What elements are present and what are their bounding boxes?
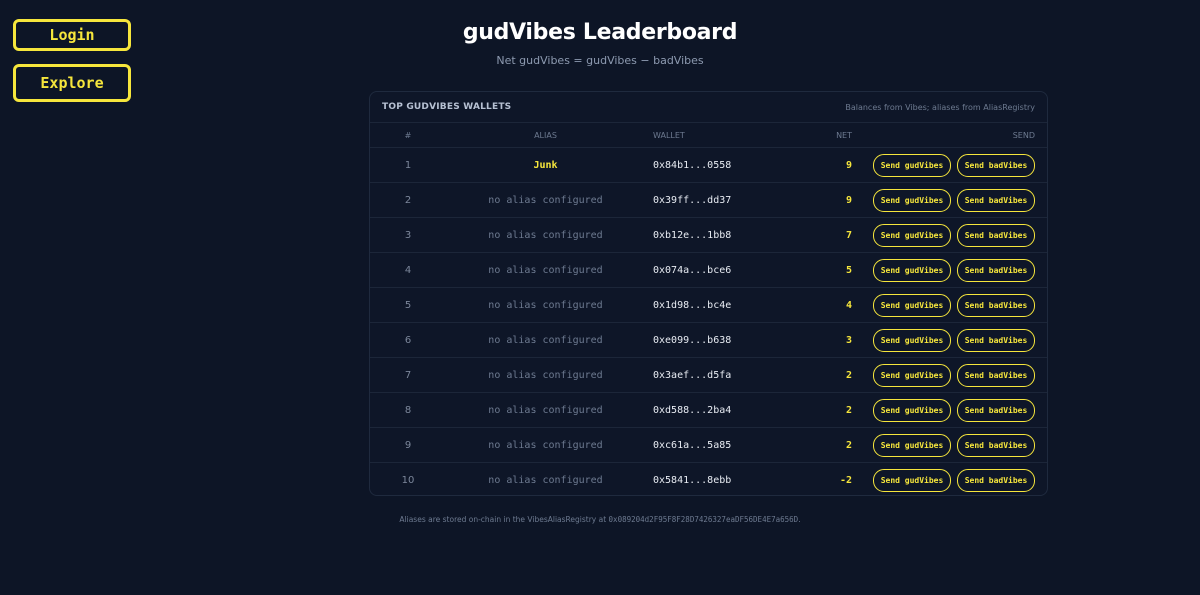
footer-text: Aliases are stored on-chain in the Vibes…: [399, 515, 607, 524]
send-gudvibes-button[interactable]: Send gudVibes: [873, 293, 951, 317]
row-wallet: 0x84b1...0558: [653, 159, 732, 171]
row-rank: 4: [404, 264, 412, 276]
row-send-actions: Send gudVibes Send badVibes: [858, 153, 1047, 177]
row-alias: no alias configured: [488, 334, 603, 346]
card-note: Balances from Vibes; aliases from AliasR…: [845, 102, 1035, 112]
row-net: -2: [839, 475, 852, 486]
table-row: 1 Junk 0x84b1...0558 9 Send gudVibes Sen…: [370, 148, 1047, 183]
send-gudvibes-button[interactable]: Send gudVibes: [873, 328, 951, 352]
row-wallet: 0xc61a...5a85: [653, 439, 732, 451]
page-title: gudVibes Leaderboard: [462, 20, 738, 45]
column-header-alias: ALIAS: [534, 130, 557, 140]
row-net: 5: [845, 264, 852, 276]
table-row: 10 no alias configured 0x5841...8ebb -2 …: [370, 463, 1047, 495]
row-net: 2: [845, 404, 852, 416]
card-header: TOP GUDVIBES WALLETS Balances from Vibes…: [370, 92, 1047, 123]
row-send-actions: Send gudVibes Send badVibes: [858, 433, 1047, 457]
table-header: # ALIAS WALLET NET SEND: [370, 123, 1047, 148]
row-net: 2: [845, 369, 852, 381]
row-net: 4: [845, 299, 852, 311]
row-wallet: 0xe099...b638: [653, 334, 732, 346]
row-rank: 9: [404, 439, 412, 451]
row-send-actions: Send gudVibes Send badVibes: [858, 469, 1047, 492]
registry-address: 0x089204d2F95F8F28D7426327eaDF56DE4E7a65…: [608, 515, 799, 524]
table-row: 3 no alias configured 0xb12e...1bb8 7 Se…: [370, 218, 1047, 253]
row-send-actions: Send gudVibes Send badVibes: [858, 363, 1047, 387]
table-row: 2 no alias configured 0x39ff...dd37 9 Se…: [370, 183, 1047, 218]
send-badvibes-button[interactable]: Send badVibes: [957, 293, 1035, 317]
table-row: 8 no alias configured 0xd588...2ba4 2 Se…: [370, 393, 1047, 428]
row-rank: 6: [404, 334, 412, 346]
row-rank: 2: [404, 194, 412, 206]
table-row: 5 no alias configured 0x1d98...bc4e 4 Se…: [370, 288, 1047, 323]
table-row: 9 no alias configured 0xc61a...5a85 2 Se…: [370, 428, 1047, 463]
send-badvibes-button[interactable]: Send badVibes: [957, 153, 1035, 177]
row-rank: 3: [404, 229, 412, 241]
row-rank: 7: [404, 369, 412, 381]
row-alias: no alias configured: [488, 299, 603, 311]
send-gudvibes-button[interactable]: Send gudVibes: [873, 258, 951, 282]
card-title: TOP GUDVIBES WALLETS: [382, 102, 512, 112]
send-gudvibes-button[interactable]: Send gudVibes: [873, 223, 951, 247]
row-wallet: 0xb12e...1bb8: [653, 229, 732, 241]
row-send-actions: Send gudVibes Send badVibes: [858, 258, 1047, 282]
row-send-actions: Send gudVibes Send badVibes: [858, 293, 1047, 317]
row-net: 9: [845, 194, 852, 206]
row-send-actions: Send gudVibes Send badVibes: [858, 223, 1047, 247]
send-badvibes-button[interactable]: Send badVibes: [957, 363, 1035, 387]
table-body: 1 Junk 0x84b1...0558 9 Send gudVibes Sen…: [370, 148, 1047, 495]
row-rank: 10: [401, 475, 415, 486]
row-wallet: 0x074a...bce6: [653, 264, 732, 276]
send-gudvibes-button[interactable]: Send gudVibes: [873, 398, 951, 422]
table-row: 6 no alias configured 0xe099...b638 3 Se…: [370, 323, 1047, 358]
footer-note: Aliases are stored on-chain in the Vibes…: [0, 515, 1200, 524]
send-badvibes-button[interactable]: Send badVibes: [957, 398, 1035, 422]
row-rank: 5: [404, 299, 412, 311]
table-row: 4 no alias configured 0x074a...bce6 5 Se…: [370, 253, 1047, 288]
footer-suffix: .: [798, 515, 801, 524]
row-alias: no alias configured: [488, 439, 603, 451]
row-wallet: 0x1d98...bc4e: [653, 299, 732, 311]
page-subtitle: Net gudVibes = gudVibes − badVibes: [496, 54, 704, 67]
row-alias: no alias configured: [488, 194, 603, 206]
table-row: 7 no alias configured 0x3aef...d5fa 2 Se…: [370, 358, 1047, 393]
row-wallet: 0x39ff...dd37: [653, 194, 732, 206]
row-rank: 1: [404, 159, 412, 171]
column-header-net: NET: [836, 130, 852, 140]
send-gudvibes-button[interactable]: Send gudVibes: [873, 433, 951, 457]
row-wallet: 0x3aef...d5fa: [653, 369, 732, 381]
row-wallet: 0x5841...8ebb: [653, 475, 732, 486]
send-badvibes-button[interactable]: Send badVibes: [957, 188, 1035, 212]
row-net: 9: [845, 159, 852, 171]
send-badvibes-button[interactable]: Send badVibes: [957, 258, 1035, 282]
send-badvibes-button[interactable]: Send badVibes: [957, 469, 1035, 492]
send-badvibes-button[interactable]: Send badVibes: [957, 328, 1035, 352]
row-send-actions: Send gudVibes Send badVibes: [858, 328, 1047, 352]
send-badvibes-button[interactable]: Send badVibes: [957, 433, 1035, 457]
row-net: 3: [845, 334, 852, 346]
row-send-actions: Send gudVibes Send badVibes: [858, 398, 1047, 422]
row-alias: no alias configured: [488, 475, 603, 486]
row-net: 2: [845, 439, 852, 451]
row-rank: 8: [404, 404, 412, 416]
row-alias: Junk: [533, 159, 558, 171]
row-alias: no alias configured: [488, 229, 603, 241]
column-header-rank: #: [404, 130, 412, 140]
column-header-wallet: WALLET: [653, 130, 685, 140]
row-alias: no alias configured: [488, 404, 603, 416]
row-alias: no alias configured: [488, 264, 603, 276]
column-header-send: SEND: [1012, 130, 1035, 140]
row-alias: no alias configured: [488, 369, 603, 381]
send-gudvibes-button[interactable]: Send gudVibes: [873, 188, 951, 212]
send-gudvibes-button[interactable]: Send gudVibes: [873, 153, 951, 177]
send-gudvibes-button[interactable]: Send gudVibes: [873, 363, 951, 387]
row-net: 7: [845, 229, 852, 241]
row-send-actions: Send gudVibes Send badVibes: [858, 188, 1047, 212]
explore-button[interactable]: Explore: [13, 64, 131, 102]
send-gudvibes-button[interactable]: Send gudVibes: [873, 469, 951, 492]
row-wallet: 0xd588...2ba4: [653, 404, 732, 416]
leaderboard-card: TOP GUDVIBES WALLETS Balances from Vibes…: [369, 91, 1048, 496]
send-badvibes-button[interactable]: Send badVibes: [957, 223, 1035, 247]
